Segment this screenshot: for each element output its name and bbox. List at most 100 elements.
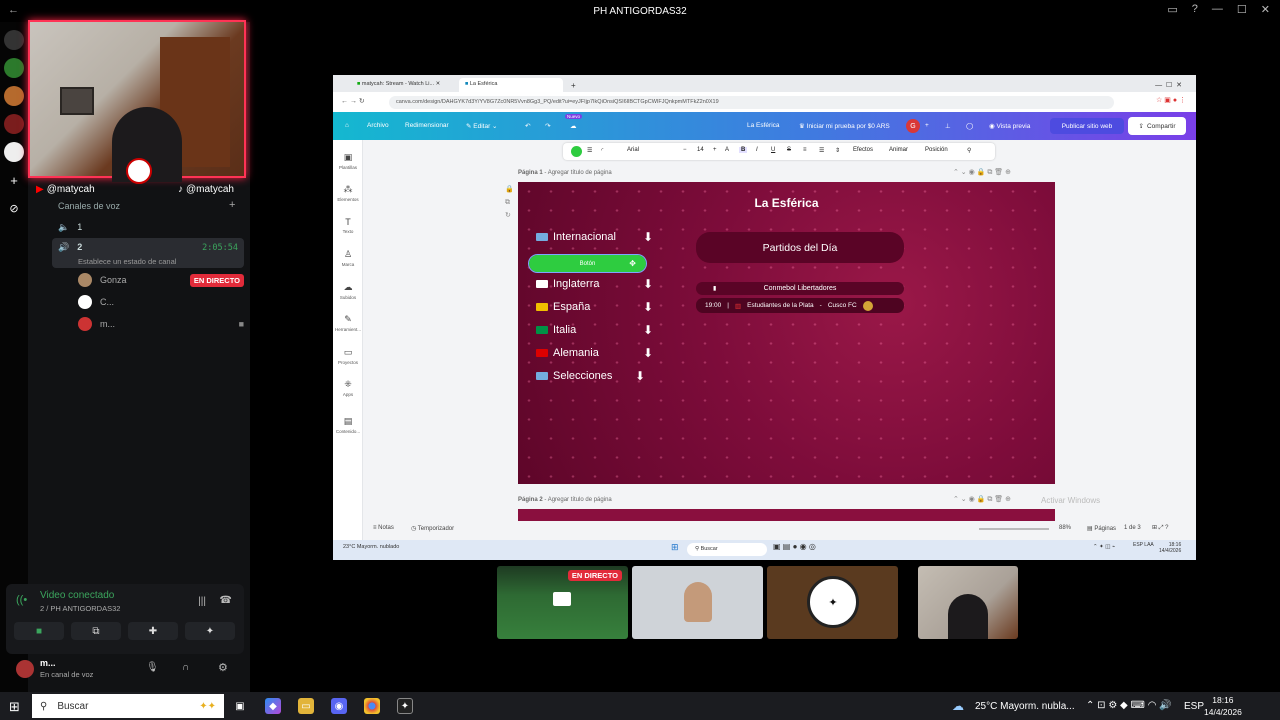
window-controls[interactable]: — ☐ ✕: [1149, 78, 1188, 92]
weather-widget[interactable]: 25°C Mayorm. nubla...: [975, 701, 1075, 712]
cloud-icon[interactable]: ☁: [570, 122, 577, 130]
bold-icon[interactable]: B: [739, 147, 748, 153]
align-icon[interactable]: ≡: [803, 147, 807, 153]
add-person-icon[interactable]: +: [925, 122, 929, 129]
tab-twitch-stream[interactable]: ■ matycah: Stream - Watch Li... ✕: [351, 78, 455, 92]
extensions-icon[interactable]: ☆ ▣ ● ⋮: [1156, 96, 1186, 104]
corner-icon[interactable]: ◜: [601, 147, 603, 154]
language-indicator[interactable]: ESP: [1184, 701, 1204, 712]
menu-item-italia[interactable]: Italia ⬇: [536, 320, 653, 340]
stream-tile-webcam[interactable]: [918, 566, 1018, 639]
disconnect-icon[interactable]: ☎: [220, 595, 232, 606]
menu-item-alemania[interactable]: Alemania ⬇: [536, 343, 653, 363]
maximize-button[interactable]: ☐: [1237, 3, 1247, 16]
matches-header[interactable]: Partidos del Día: [696, 232, 904, 263]
move-handle-icon[interactable]: ✥: [629, 259, 636, 268]
match-row[interactable]: 19:00 | ▥ Estudiantes de la Plata - Cusc…: [696, 298, 904, 313]
notes-button[interactable]: ≡ Notas: [373, 525, 394, 531]
soundboard-button[interactable]: ✦: [185, 622, 235, 640]
share-button[interactable]: ⇪ Compartir: [1128, 117, 1186, 135]
stream-tile-avatar[interactable]: ✦: [767, 566, 898, 639]
back-icon[interactable]: ← → ↻: [341, 97, 365, 105]
server-icon[interactable]: [4, 142, 24, 162]
font-decrease[interactable]: −: [683, 147, 687, 153]
taskbar-apps[interactable]: ▣ ▤ ● ◉ ◎: [773, 542, 816, 551]
url-field[interactable]: canva.com/design/DAHGYK7d3Y/YV8G7Zc0NR5V…: [389, 96, 1114, 109]
inbox-icon[interactable]: ▭: [1167, 3, 1177, 16]
copilot-icon[interactable]: ◆: [265, 698, 281, 714]
weather-icon[interactable]: ☁: [952, 699, 964, 713]
font-select[interactable]: Arial: [627, 147, 639, 153]
game-icon[interactable]: ✦: [397, 698, 413, 714]
weather-widget[interactable]: 23°C Mayorm. nublado: [343, 544, 399, 550]
discord-icon[interactable]: ◉: [331, 698, 347, 714]
server-icon[interactable]: [4, 58, 24, 78]
rail-content[interactable]: ▤ Contenido...: [333, 416, 363, 434]
pages-button[interactable]: ▤ Páginas: [1087, 525, 1116, 532]
preview-button[interactable]: ◉ Vista previa: [989, 122, 1030, 130]
rail-apps[interactable]: ⁜ Apps: [333, 379, 363, 397]
side-actions[interactable]: 🔒 ⧉ ↻: [505, 183, 514, 222]
position-button[interactable]: Posición: [925, 147, 948, 153]
new-tab-button[interactable]: +: [565, 78, 582, 92]
home-icon[interactable]: ⌂: [345, 122, 349, 129]
grid-view-icon[interactable]: ⊞ ⤢ ?: [1152, 524, 1169, 532]
underline-icon[interactable]: U: [771, 147, 775, 153]
noise-icon[interactable]: |||: [198, 596, 206, 607]
page-actions[interactable]: ⌃ ⌄ ◉ 🔒 ⧉ 🗑 ⊕: [953, 168, 1011, 177]
rail-brand[interactable]: ♙ Marca: [333, 249, 363, 267]
font-increase[interactable]: +: [713, 147, 717, 153]
slide-canvas[interactable]: La Esférica Internacional ⬇ Botón ✥ Inglat…: [518, 182, 1055, 484]
comment-icon[interactable]: ◯: [966, 122, 973, 130]
headphones-icon[interactable]: ∩: [182, 662, 189, 673]
text-color-icon[interactable]: A: [725, 147, 729, 153]
menu-icon[interactable]: ☰: [587, 147, 592, 154]
edit-menu[interactable]: ✎ Editar ⌄: [466, 122, 498, 130]
stream-tile-game[interactable]: EN DIRECTO: [497, 566, 628, 639]
voice-channel-1[interactable]: 🔈 1: [52, 217, 244, 237]
voice-user[interactable]: Gonza EN DIRECTO: [78, 273, 244, 287]
microphone-icon[interactable]: 🎙: [146, 662, 159, 673]
signal-icon[interactable]: ((•: [16, 594, 27, 606]
font-size[interactable]: 14: [697, 147, 704, 153]
document-title[interactable]: La Esférica: [747, 122, 780, 129]
screen-share-button[interactable]: ⧉: [71, 622, 121, 640]
page-label[interactable]: Página 2 - Agregar título de página: [518, 497, 612, 503]
discover-icon[interactable]: ⊘: [4, 198, 24, 218]
menu-item-inglaterra[interactable]: Inglaterra ⬇: [536, 274, 653, 294]
voice-channel-2[interactable]: 🔊 2 2:05:54 Establece un estado de canal: [52, 238, 244, 268]
voice-user[interactable]: C...: [78, 295, 244, 309]
page-actions[interactable]: ⌃ ⌄ ◉ 🔒 ⧉ 🗑 ⊕: [953, 495, 1011, 504]
slide-title[interactable]: La Esférica: [518, 196, 1055, 210]
menu-item-selecciones[interactable]: Selecciones ⬇: [536, 366, 645, 386]
clock[interactable]: 18:16 14/4/2026: [1204, 694, 1242, 718]
menu-item-espana[interactable]: España ⬇: [536, 297, 653, 317]
close-button[interactable]: ✕: [1261, 3, 1270, 16]
rail-text[interactable]: T Texto: [333, 217, 363, 234]
add-channel-icon[interactable]: +: [229, 199, 235, 211]
redo-icon[interactable]: ↷: [545, 122, 550, 130]
selected-button[interactable]: Botón ✥: [528, 254, 647, 273]
avatar[interactable]: [16, 660, 34, 678]
avatar[interactable]: G: [906, 119, 920, 133]
activities-button[interactable]: ✚: [128, 622, 178, 640]
animate-button[interactable]: Animar: [889, 147, 908, 153]
color-swatch[interactable]: [571, 146, 582, 157]
help-icon[interactable]: ?: [1192, 3, 1198, 16]
rail-elements[interactable]: ⁂ Elementos: [333, 184, 363, 202]
server-icon[interactable]: [4, 114, 24, 134]
publish-button[interactable]: Publicar sitio web: [1050, 118, 1124, 134]
strikethrough-icon[interactable]: S: [787, 147, 791, 153]
camera-button[interactable]: ■: [14, 622, 64, 640]
server-icon[interactable]: [4, 86, 24, 106]
tab-canva[interactable]: ■ La Esférica: [459, 78, 563, 92]
chrome-icon[interactable]: [364, 698, 380, 714]
voice-user[interactable]: m... ■: [78, 317, 244, 331]
channel-status[interactable]: Establece un estado de canal: [78, 257, 176, 266]
zoom-slider[interactable]: [979, 528, 1049, 530]
windows-start-icon[interactable]: ⊞: [671, 542, 679, 553]
windows-start-icon[interactable]: ⊞: [9, 699, 20, 715]
rail-projects[interactable]: ▭ Proyectos: [333, 347, 363, 365]
list-icon[interactable]: ☰: [819, 147, 824, 154]
competition-label[interactable]: ▮ Conmebol Libertadores: [696, 282, 904, 295]
